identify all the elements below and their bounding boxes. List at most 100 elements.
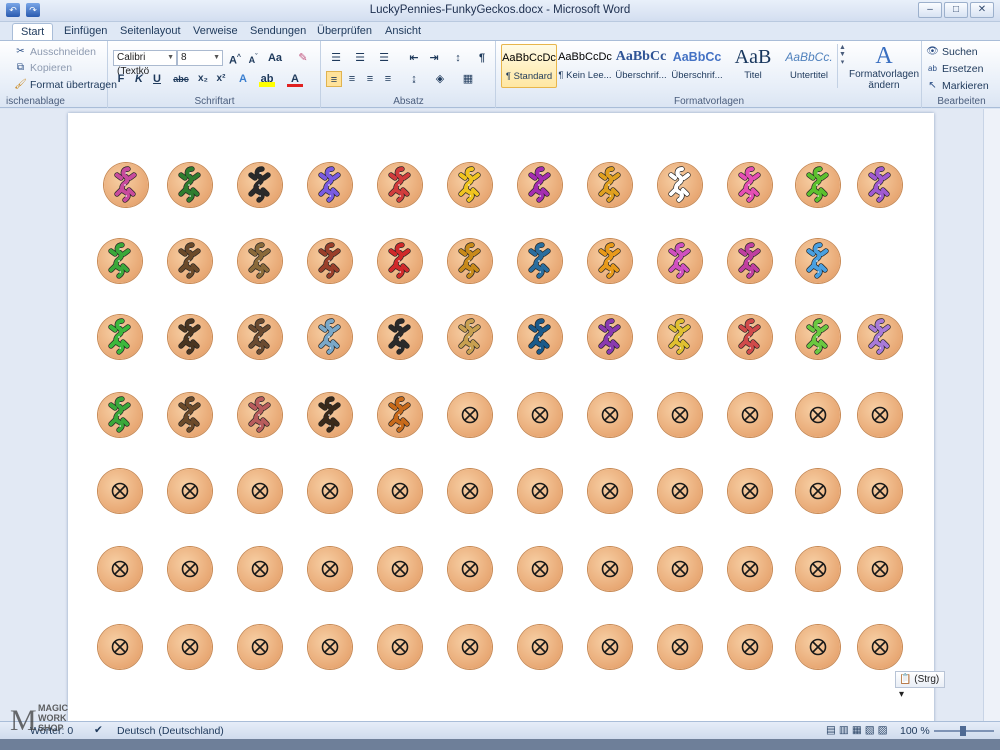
- gecko-penny-icon[interactable]: [238, 393, 282, 437]
- gecko-penny-icon[interactable]: [858, 163, 902, 207]
- find-button[interactable]: 👁 Suchen: [926, 45, 977, 58]
- align-center-icon[interactable]: ≡: [344, 71, 360, 87]
- geopenny-icon[interactable]: [308, 547, 352, 591]
- geopenny-icon[interactable]: [796, 625, 840, 669]
- geopenny-icon[interactable]: [858, 393, 902, 437]
- gecko-penny-icon[interactable]: [448, 163, 492, 207]
- geopenny-icon[interactable]: [796, 547, 840, 591]
- zoom-level[interactable]: 100 %: [900, 725, 930, 737]
- change-styles-button[interactable]: A Formatvorlagen ändern: [849, 43, 919, 91]
- line-spacing-icon[interactable]: ↨: [406, 71, 422, 87]
- gecko-penny-icon[interactable]: [588, 163, 632, 207]
- geopenny-icon[interactable]: [658, 393, 702, 437]
- tab-seitenlayout[interactable]: Seitenlayout: [112, 23, 189, 40]
- geopenny-icon[interactable]: [378, 547, 422, 591]
- style-no-spacing[interactable]: AaBbCcDc ¶ Kein Lee...: [557, 44, 613, 88]
- geopenny-icon[interactable]: [658, 625, 702, 669]
- gecko-penny-icon[interactable]: [448, 239, 492, 283]
- geopenny-icon[interactable]: [858, 547, 902, 591]
- change-case-button[interactable]: Aa: [267, 50, 283, 66]
- geopenny-icon[interactable]: [238, 547, 282, 591]
- gecko-penny-icon[interactable]: [308, 393, 352, 437]
- grow-font-button[interactable]: A^: [227, 50, 243, 67]
- geopenny-icon[interactable]: [448, 393, 492, 437]
- geopenny-icon[interactable]: [448, 469, 492, 513]
- language-indicator[interactable]: Deutsch (Deutschland): [117, 725, 224, 737]
- borders-icon[interactable]: ▦: [460, 71, 476, 87]
- geopenny-icon[interactable]: [168, 547, 212, 591]
- gecko-penny-icon[interactable]: [378, 163, 422, 207]
- align-right-icon[interactable]: ≡: [362, 71, 378, 87]
- decrease-indent-icon[interactable]: ⇤: [406, 50, 422, 66]
- geopenny-icon[interactable]: [378, 469, 422, 513]
- geopenny-icon[interactable]: [168, 625, 212, 669]
- highlight-button[interactable]: ab: [259, 71, 275, 87]
- style-subtitle[interactable]: AaBbCc. Untertitel: [781, 44, 837, 88]
- geopenny-icon[interactable]: [518, 469, 562, 513]
- zoom-slider-thumb[interactable]: [960, 726, 966, 736]
- geopenny-icon[interactable]: [858, 469, 902, 513]
- gecko-penny-icon[interactable]: [168, 393, 212, 437]
- copy-button[interactable]: ⧉ Kopieren: [14, 61, 72, 74]
- gecko-penny-icon[interactable]: [308, 239, 352, 283]
- vertical-scrollbar[interactable]: [983, 109, 1000, 721]
- sort-icon[interactable]: ↕: [450, 50, 466, 66]
- style-standard[interactable]: AaBbCcDc ¶ Standard: [501, 44, 557, 88]
- geopenny-icon[interactable]: [588, 547, 632, 591]
- gecko-penny-icon[interactable]: [728, 163, 772, 207]
- geopenny-icon[interactable]: [518, 393, 562, 437]
- multilevel-list-icon[interactable]: ☰: [376, 50, 392, 66]
- geopenny-icon[interactable]: [658, 547, 702, 591]
- gecko-penny-icon[interactable]: [588, 315, 632, 359]
- gecko-penny-icon[interactable]: [98, 315, 142, 359]
- gecko-penny-icon[interactable]: [378, 315, 422, 359]
- gecko-penny-icon[interactable]: [448, 315, 492, 359]
- gecko-penny-icon[interactable]: [518, 239, 562, 283]
- gecko-penny-icon[interactable]: [796, 163, 840, 207]
- geopenny-icon[interactable]: [308, 625, 352, 669]
- gecko-penny-icon[interactable]: [588, 239, 632, 283]
- strikethrough-button[interactable]: abc: [173, 71, 189, 87]
- document-page[interactable]: [68, 113, 934, 721]
- gecko-penny-icon[interactable]: [98, 239, 142, 283]
- geopenny-icon[interactable]: [448, 547, 492, 591]
- tab-ueberpruefen[interactable]: Überprüfen: [309, 23, 380, 40]
- gecko-penny-icon[interactable]: [796, 315, 840, 359]
- paste-options-button[interactable]: 📋 (Strg) ▾: [895, 671, 945, 700]
- gecko-penny-icon[interactable]: [104, 163, 148, 207]
- underline-button[interactable]: U: [149, 71, 165, 87]
- gecko-penny-icon[interactable]: [238, 239, 282, 283]
- gecko-penny-icon[interactable]: [168, 315, 212, 359]
- geopenny-icon[interactable]: [658, 469, 702, 513]
- maximize-button[interactable]: □: [944, 2, 968, 18]
- gecko-penny-icon[interactable]: [98, 393, 142, 437]
- italic-button[interactable]: K: [131, 71, 147, 87]
- geopenny-icon[interactable]: [728, 469, 772, 513]
- geopenny-icon[interactable]: [728, 393, 772, 437]
- geopenny-icon[interactable]: [728, 625, 772, 669]
- replace-button[interactable]: ab Ersetzen: [926, 62, 983, 75]
- justify-icon[interactable]: ≡: [380, 71, 396, 87]
- subscript-button[interactable]: x₂: [195, 71, 211, 87]
- superscript-button[interactable]: x²: [213, 71, 229, 87]
- gecko-penny-icon[interactable]: [308, 163, 352, 207]
- tab-sendungen[interactable]: Sendungen: [242, 23, 314, 40]
- gecko-penny-icon[interactable]: [518, 163, 562, 207]
- geopenny-icon[interactable]: [796, 393, 840, 437]
- text-effects-button[interactable]: A: [235, 71, 251, 87]
- clear-formatting-icon[interactable]: ✎: [295, 50, 311, 66]
- gecko-penny-icon[interactable]: [378, 393, 422, 437]
- tab-einfuegen[interactable]: Einfügen: [56, 23, 115, 40]
- gecko-penny-icon[interactable]: [658, 315, 702, 359]
- geopenny-icon[interactable]: [98, 625, 142, 669]
- cut-button[interactable]: ✂ Ausschneiden: [14, 45, 96, 58]
- zoom-slider[interactable]: [934, 726, 994, 736]
- style-title[interactable]: AaB Titel: [725, 44, 781, 88]
- style-heading-1[interactable]: AaBbCc Überschrif...: [613, 44, 669, 88]
- geopenny-icon[interactable]: [168, 469, 212, 513]
- pilcrow-icon[interactable]: ¶: [474, 50, 490, 66]
- close-button[interactable]: ✕: [970, 2, 994, 18]
- styles-gallery-scroll[interactable]: ▲ ▼ ▾: [837, 44, 847, 88]
- geopenny-icon[interactable]: [378, 625, 422, 669]
- geopenny-icon[interactable]: [238, 469, 282, 513]
